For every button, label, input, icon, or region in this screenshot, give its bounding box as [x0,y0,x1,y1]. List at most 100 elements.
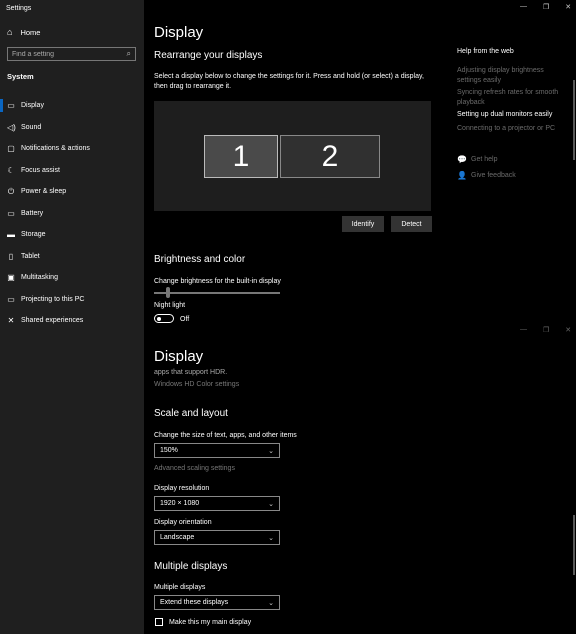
sidebar: Settings ⌂ Home ⌕ System ▭ Display ◁) So… [0,0,144,634]
orientation-label: Display orientation [154,519,212,526]
window-controls-2: — ❐ ✕ [520,326,571,334]
close-icon[interactable]: ✕ [565,326,571,334]
advanced-scaling-link[interactable]: Advanced scaling settings [154,463,235,474]
resolution-select[interactable]: 1920 × 1080 ⌄ [154,496,280,511]
sidebar-item-label: Notifications & actions [21,145,90,153]
search-icon[interactable]: ⌕ [127,49,131,59]
battery-icon: ▭ [7,208,15,218]
scale-select[interactable]: 150% ⌄ [154,443,280,458]
main-display-checkbox[interactable] [155,618,163,626]
feedback-icon: 👤 [457,171,467,180]
home-label: Home [20,27,41,37]
toggle-knob [157,316,161,321]
help-title: Help from the web [457,48,514,55]
display-arrangement-area[interactable]: 1 2 [154,101,431,211]
multiple-displays-select[interactable]: Extend these displays ⌄ [154,595,280,610]
chat-bubble-icon: 💬 [457,155,467,164]
sidebar-item-label: Multitasking [21,274,58,282]
notification-icon: ▢ [7,144,15,154]
sidebar-item-battery[interactable]: ▭ Battery [0,203,144,225]
moon-icon: ☾ [7,165,15,175]
monitor-icon: ▭ [7,101,15,111]
scale-select-value: 150% [160,447,178,454]
chevron-down-icon: ⌄ [268,500,274,508]
get-help-link[interactable]: 💬 Get help [457,155,497,164]
sidebar-item-label: Shared experiences [21,317,84,325]
storage-icon: ▬ [7,230,15,240]
sidebar-item-storage[interactable]: ▬ Storage [0,224,144,246]
night-light-label: Night light [154,302,186,309]
sidebar-item-notifications[interactable]: ▢ Notifications & actions [0,138,144,160]
window-controls: — ❐ ✕ [520,3,571,11]
search-box[interactable]: ⌕ [7,47,136,61]
multiple-displays-heading: Multiple displays [154,561,228,572]
sidebar-item-label: Sound [21,123,42,131]
sidebar-nav: ▭ Display ◁) Sound ▢ Notifications & act… [0,95,144,332]
brightness-slider-thumb[interactable] [166,287,170,298]
shared-experiences-icon: ✕ [7,316,15,326]
power-icon: ⏻ [7,186,15,196]
get-help-label: Get help [471,156,498,163]
home-icon: ⌂ [7,27,13,37]
scrollbar-thumb-bottom[interactable] [573,515,575,575]
close-icon[interactable]: ✕ [565,3,571,11]
identify-button[interactable]: Identify [342,216,384,232]
orientation-select[interactable]: Landscape ⌄ [154,530,280,545]
sidebar-item-multitasking[interactable]: ▣ Multitasking [0,267,144,289]
scale-heading: Scale and layout [154,408,228,419]
page-title: Display [154,24,204,41]
main-display-label: Make this my main display [169,619,252,626]
brightness-slider[interactable] [154,292,280,294]
multiple-displays-select-value: Extend these displays [160,599,229,606]
sidebar-item-power-sleep[interactable]: ⏻ Power & sleep [0,181,144,203]
resolution-select-value: 1920 × 1080 [160,500,200,507]
give-feedback-label: Give feedback [471,172,516,179]
sidebar-item-shared-experiences[interactable]: ✕ Shared experiences [0,310,144,332]
detect-button[interactable]: Detect [391,216,432,232]
speaker-icon: ◁) [7,122,16,132]
sidebar-item-label: Storage [21,231,46,239]
rearrange-heading: Rearrange your displays [154,50,263,61]
chevron-down-icon: ⌄ [268,447,274,455]
sidebar-item-projecting[interactable]: ▭ Projecting to this PC [0,289,144,311]
monitor-2[interactable]: 2 [280,135,380,178]
sidebar-item-focus-assist[interactable]: ☾ Focus assist [0,160,144,182]
sidebar-item-label: Display [21,102,44,110]
home-nav-item[interactable]: ⌂ Home [7,27,40,37]
night-light-toggle[interactable] [154,314,174,323]
sidebar-item-sound[interactable]: ◁) Sound [0,117,144,139]
sidebar-item-label: Focus assist [21,166,60,174]
minimize-icon[interactable]: — [520,3,527,11]
help-link-brightness[interactable]: Adjusting display brightness settings ea… [457,66,567,86]
sidebar-item-tablet[interactable]: ▯ Tablet [0,246,144,268]
tablet-icon: ▯ [8,251,14,261]
rearrange-description-line2: then drag to rearrange it. [154,83,232,90]
app-title: Settings [6,5,32,12]
give-feedback-link[interactable]: 👤 Give feedback [457,171,516,180]
sidebar-item-display[interactable]: ▭ Display [0,95,144,117]
hdr-settings-link[interactable]: Windows HD Color settings [154,379,239,390]
monitor-1[interactable]: 1 [204,135,278,178]
section-label: System [7,72,34,81]
hdr-text: apps that support HDR. [154,369,228,376]
scrollbar-thumb-top[interactable] [573,80,575,160]
page-title-2: Display [154,348,204,365]
minimize-icon[interactable]: — [520,326,527,334]
help-link-dual-monitors[interactable]: Setting up dual monitors easily [457,110,567,120]
help-link-projector[interactable]: Connecting to a projector or PC [457,124,567,134]
resolution-label: Display resolution [154,485,210,492]
sidebar-item-label: Power & sleep [21,188,67,196]
maximize-icon[interactable]: ❐ [543,326,549,334]
orientation-select-value: Landscape [160,534,195,541]
chevron-down-icon: ⌄ [268,534,274,542]
multiple-displays-label: Multiple displays [154,584,206,591]
sidebar-item-label: Projecting to this PC [21,295,85,303]
brightness-label: Change brightness for the built-in displ… [154,278,281,285]
scale-size-label: Change the size of text, apps, and other… [154,432,297,439]
help-link-refresh-rates[interactable]: Syncing refresh rates for smooth playbac… [457,88,567,108]
multitasking-icon: ▣ [7,273,15,283]
night-light-state: Off [180,316,190,323]
brightness-heading: Brightness and color [154,254,246,265]
search-input[interactable] [12,50,112,58]
maximize-icon[interactable]: ❐ [543,3,549,11]
